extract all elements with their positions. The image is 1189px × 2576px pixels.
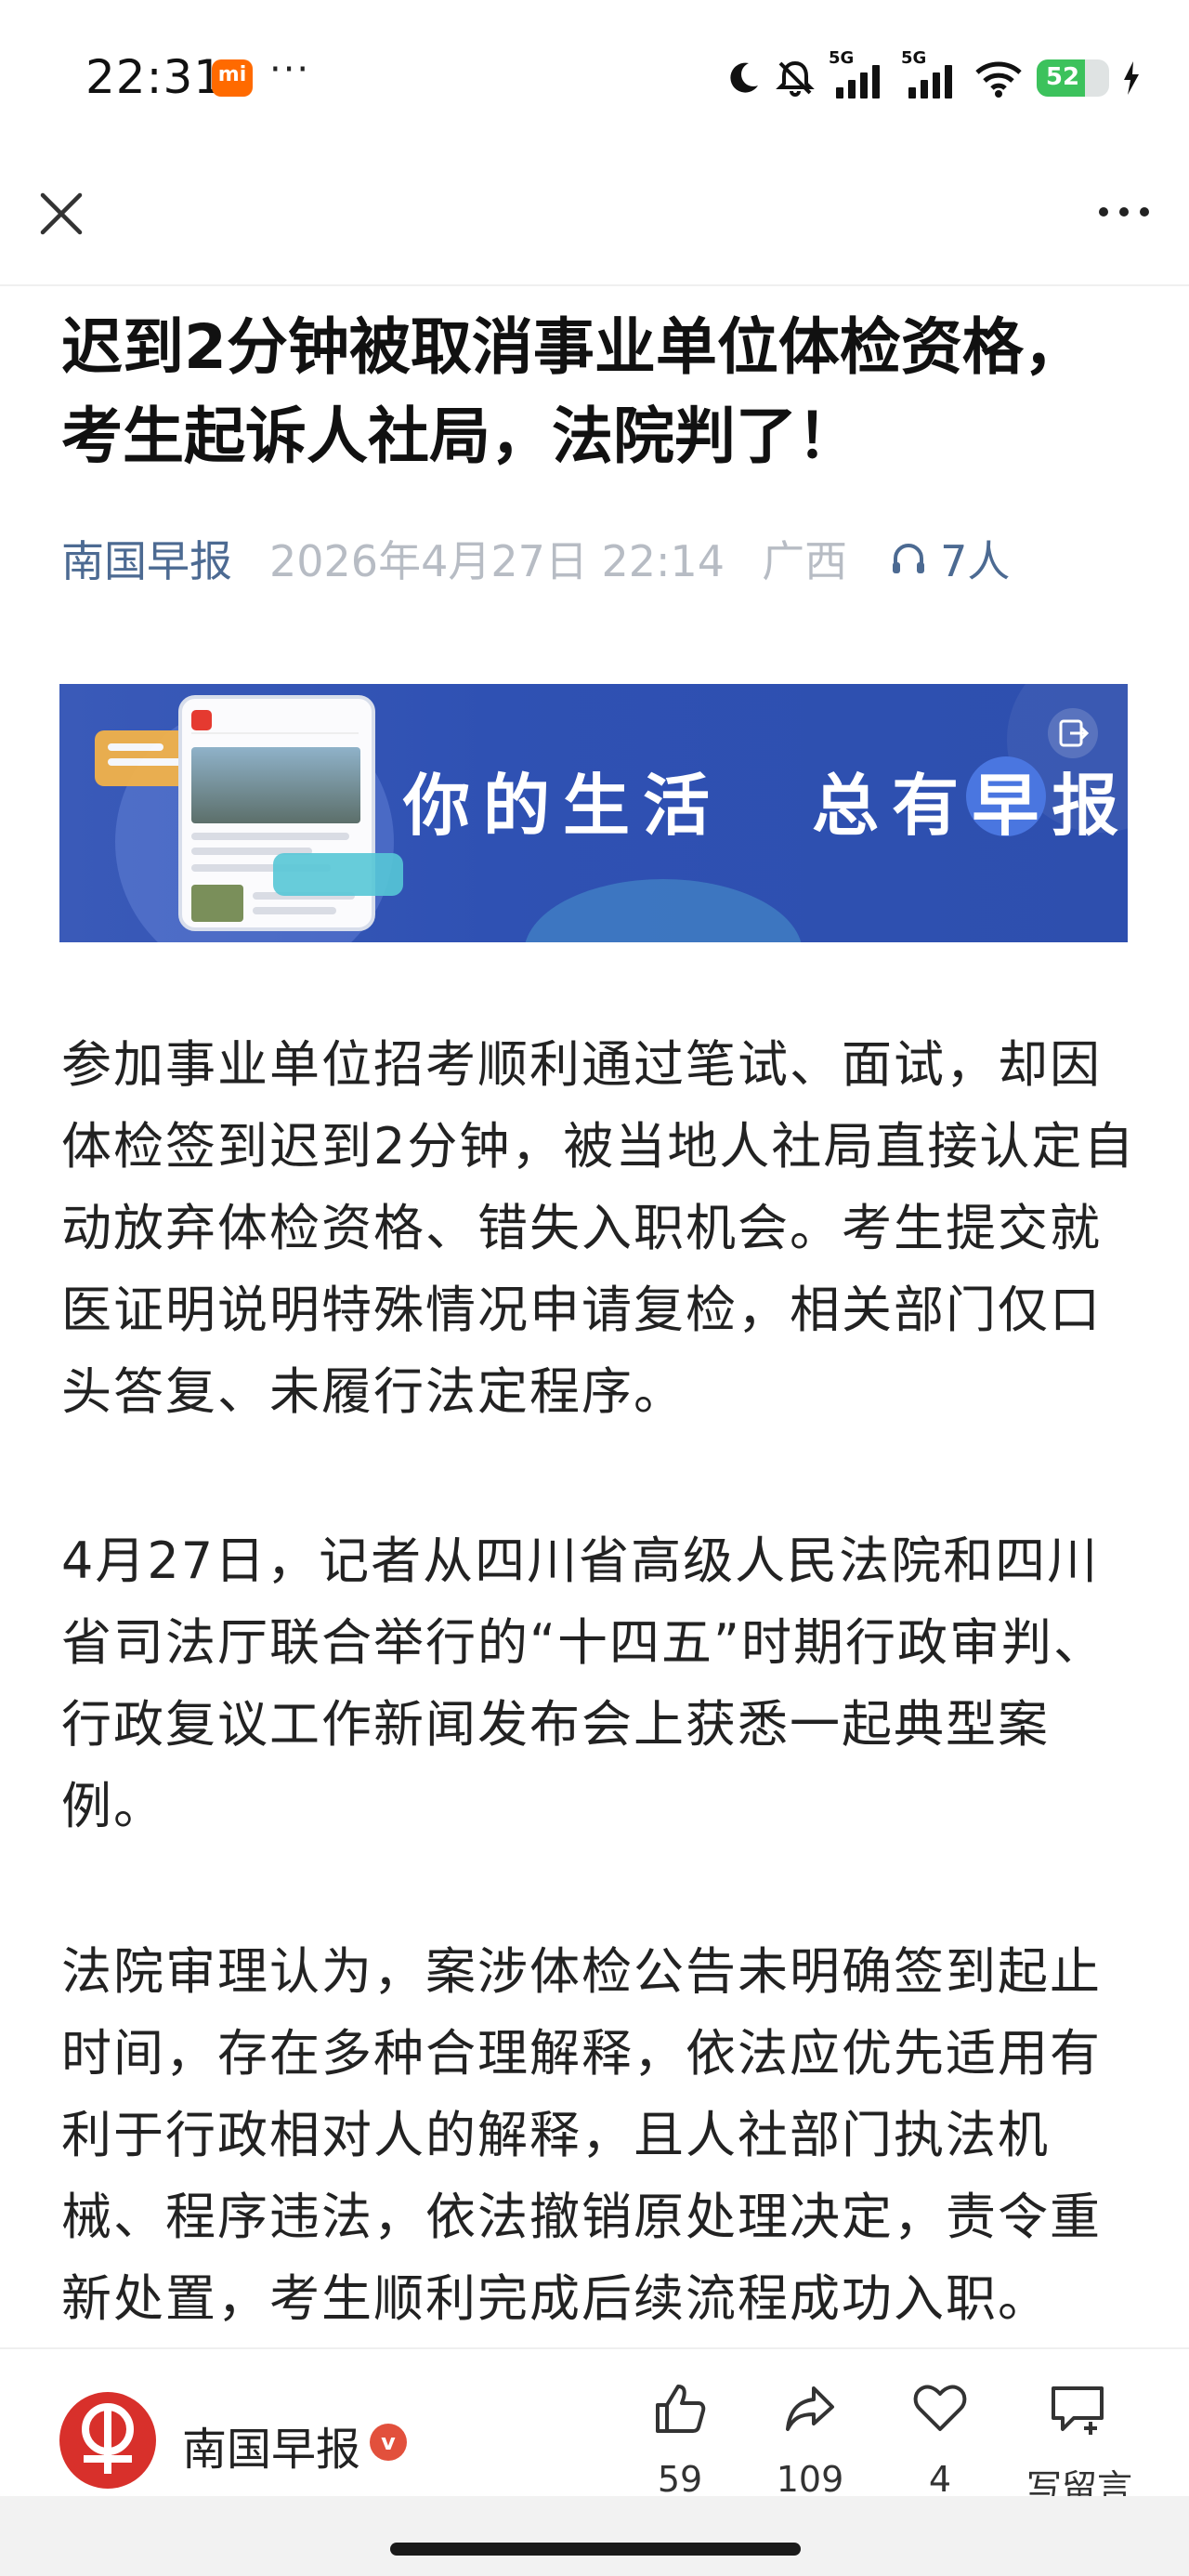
share-count: 109 [776,2459,844,2500]
charging-icon [1124,61,1139,95]
signal-icon: 5G [829,48,888,104]
publish-location: 广西 [762,536,848,586]
share-button[interactable]: 109 [754,2377,866,2500]
slogan-highlight: 早 [972,767,1052,845]
mi-badge-label: mi [217,63,247,86]
heart-icon [913,2385,967,2431]
promo-card-graphic [273,853,403,896]
article-paragraph: 参加事业单位招考顺利通过笔试、面试，却因体检签到迟到2分钟，被当地人社局直接认定… [61,1035,1136,1421]
gesture-area [0,2496,1189,2576]
article-meta: 南国早报 2026年4月27日 22:14 广西 7人 [61,530,1139,587]
exit-icon[interactable] [1048,708,1098,758]
slogan-part-3: 报 [1052,767,1128,845]
favorite-button[interactable]: 4 [884,2377,996,2500]
wifi-icon [975,61,1022,98]
status-icons: 5G 5G 52 [725,48,1141,104]
verified-badge: v [370,2424,407,2461]
moon-icon [730,62,758,93]
publisher-logo-icon [82,2403,134,2474]
slogan-part-2: 总有 [812,767,973,845]
source-link[interactable]: 南国早报 [61,528,232,589]
publisher-avatar[interactable] [59,2392,156,2489]
article-action-bar: 南国早报 v 59 109 4 写留言 [0,2347,1189,2508]
home-indicator[interactable] [390,2543,801,2556]
slogan-part-1: 你的生活 [403,767,724,845]
banner-slogan: 你的生活 总有早报 [403,751,1128,848]
headphones-icon [893,544,925,573]
signal-icon: 5G [901,48,960,104]
mi-app-icon: mi [212,59,253,97]
battery-icon: 52 [1037,59,1109,97]
article-paragraph: 4月27日，记者从四川省高级人民法院和四川省司法厅联合举行的“十四五”时期行政审… [61,1531,1105,1835]
notification-overflow: ··· [269,48,311,91]
status-bar: 22:31 mi ··· 5G 5G 52 [0,0,1189,156]
comment-add-icon [1052,2386,1104,2435]
publish-date: 2026年4月27日 22:14 [269,536,725,586]
favorite-count: 4 [928,2459,952,2500]
close-icon[interactable] [33,186,89,242]
battery-level: 52 [1045,63,1080,91]
article-page: 22:31 mi ··· 5G 5G 52 迟到2分钟被取消事业单位体检资格，考… [0,0,1189,2576]
write-comment-button[interactable]: 写留言 [1014,2377,1144,2508]
listen-button[interactable]: 7人 [890,528,1010,589]
like-button[interactable]: 59 [624,2377,736,2500]
promo-banner[interactable]: 你的生活 总有早报 [59,684,1128,942]
thumbs-up-icon [656,2385,706,2433]
article-title: 迟到2分钟被取消事业单位体检资格，考生起诉人社局，法院判了！ [61,311,1085,472]
listener-count: 7人 [940,536,1011,586]
status-time: 22:31 [85,50,225,104]
like-count: 59 [657,2459,703,2500]
article-paragraph: 法院审理认为，案涉体检公告未明确签到起止时间，存在多种合理解释，依法应优先适用有… [61,1942,1102,2328]
share-icon [786,2386,834,2431]
bell-off-icon [776,60,815,97]
more-icon[interactable] [1091,193,1157,230]
article-navbar [0,156,1189,286]
publisher-name[interactable]: 南国早报 [182,2412,360,2477]
